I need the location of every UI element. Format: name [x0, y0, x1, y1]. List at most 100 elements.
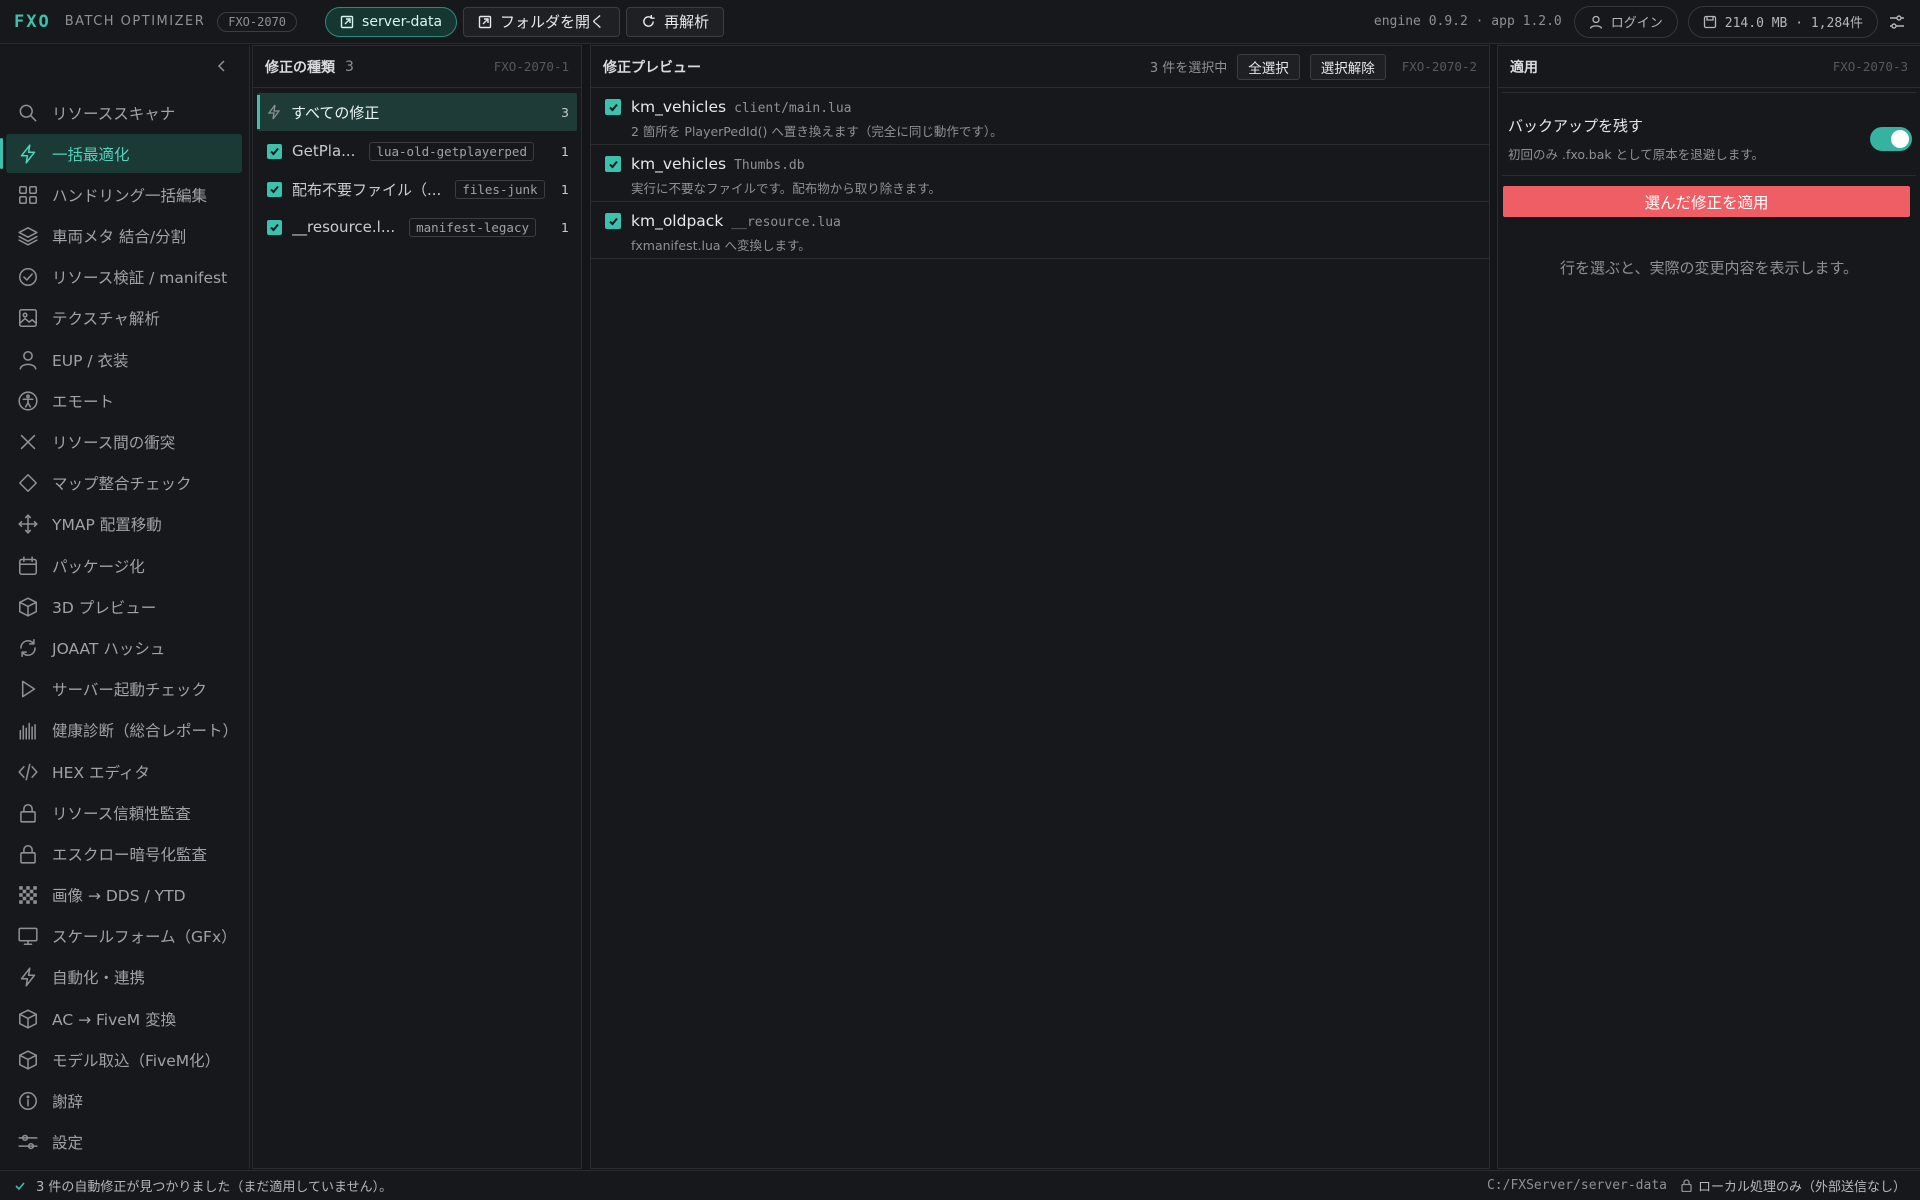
sidebar-item-label: ハンドリング一括編集	[52, 186, 208, 205]
sidebar-item[interactable]: 画像 → DDS / YTD	[6, 876, 242, 915]
sidebar-item[interactable]: ハンドリング一括編集	[6, 175, 242, 214]
fix-checkbox[interactable]	[605, 213, 621, 229]
sidebar-item[interactable]: 健康診断（総合レポート）	[6, 711, 242, 750]
checkbox-check-icon	[608, 217, 618, 225]
sidebar-item[interactable]: 謝辞	[6, 1082, 242, 1121]
bars-icon	[19, 723, 36, 740]
category-checkbox[interactable]	[267, 219, 282, 235]
version-text: engine 0.9.2 · app 1.2.0	[1373, 14, 1562, 29]
sidebar-item[interactable]: スケールフォーム（GFx）	[6, 917, 242, 956]
apply-title: 適用	[1510, 59, 1538, 76]
deselect-button[interactable]: 選択解除	[1309, 53, 1386, 80]
category-all-label: すべての修正	[291, 103, 380, 122]
apply-fixes-button[interactable]: 選んだ修正を適用	[1503, 186, 1910, 217]
server-data-pill[interactable]: server-data	[325, 6, 458, 37]
user-icon	[1589, 15, 1602, 29]
category-item[interactable]: 配布不要ファイル（... files-junk 1	[257, 171, 577, 207]
sidebar-item[interactable]: HEX エディタ	[6, 752, 242, 791]
sidebar-item[interactable]: エスクロー暗号化監査	[6, 834, 242, 873]
sidebar-item-label: YMAP 配置移動	[52, 516, 162, 535]
category-checkbox[interactable]	[267, 181, 282, 197]
sidebar-item[interactable]: モデル取込（FiveM化）	[6, 1040, 242, 1079]
sidebar-item[interactable]: YMAP 配置移動	[6, 505, 242, 544]
sidebar-item-label: パッケージ化	[52, 557, 145, 576]
backup-setting: バックアップを残す 初回のみ .fxo.bak として原本を退避します。	[1502, 92, 1916, 176]
build-badge: FXO-2070	[217, 11, 298, 32]
sidebar-item[interactable]: リソース信頼性監査	[6, 793, 242, 832]
sidebar-item[interactable]: EUP / 衣装	[6, 340, 242, 379]
reanalyze-label: 再解析	[664, 13, 710, 31]
fix-preview-title: 修正プレビュー	[603, 59, 701, 76]
fix-types-count: 3	[345, 58, 354, 75]
search-icon	[19, 104, 37, 121]
fix-checkbox[interactable]	[605, 99, 621, 115]
sidebar-item[interactable]: 3D プレビュー	[6, 587, 242, 626]
category-item[interactable]: __resource.l... manifest-legacy 1	[257, 209, 577, 245]
category-checkbox[interactable]	[267, 143, 282, 159]
move-icon	[18, 514, 38, 534]
check-circle-icon	[19, 268, 37, 287]
sidebar-item[interactable]: リソース検証 / manifest	[6, 258, 242, 297]
sidebar-item-label: HEX エディタ	[52, 763, 150, 782]
fix-checkbox[interactable]	[605, 156, 621, 172]
sidebar-item[interactable]: マップ整合チェック	[6, 464, 242, 503]
sidebar-item[interactable]: パッケージ化	[6, 546, 242, 585]
sidebar-item-label: AC → FiveM 変換	[52, 1010, 177, 1029]
fix-row[interactable]: km_oldpack __resource.lua fxmanifest.lua へ…	[591, 202, 1489, 259]
sidebar-item-label: 謝辞	[52, 1093, 84, 1111]
app-logo: FXO	[14, 11, 51, 32]
sidebar-item-label: リソース検証 / manifest	[52, 269, 228, 288]
category-all[interactable]: すべての修正 3	[257, 93, 577, 131]
server-data-label: server-data	[362, 13, 443, 30]
code-icon	[18, 763, 38, 780]
sidebar-item[interactable]: 設定	[6, 1123, 242, 1162]
category-item[interactable]: GetPla... lua-old-getplayerped 1	[257, 133, 577, 169]
sidebar-item-label: エスクロー暗号化監査	[52, 845, 208, 864]
lock-icon	[20, 844, 36, 864]
checkbox-check-icon	[270, 147, 279, 155]
backup-toggle[interactable]	[1870, 127, 1912, 151]
sidebar-item[interactable]: 自動化・連携	[6, 958, 242, 997]
sidebar-item[interactable]: テクスチャ解析	[6, 299, 242, 338]
fix-row[interactable]: km_vehicles client/main.lua 2 箇所を PlayerPe…	[591, 88, 1489, 145]
sidebar-item[interactable]: エモート	[6, 381, 242, 420]
disk-icon	[1703, 15, 1716, 28]
sidebar-item-label: 自動化・連携	[52, 969, 146, 988]
sidebar-item[interactable]: AC → FiveM 変換	[6, 999, 242, 1038]
login-button[interactable]: ログイン	[1573, 5, 1678, 38]
fix-description: 実行に不要なファイルです。配布物から取り除きます。	[631, 181, 942, 196]
checkbox-check-icon	[608, 160, 618, 168]
fix-text: km_vehicles Thumbs.db 実行に不要なファイルです。配布物から取り…	[631, 155, 941, 201]
user-icon	[19, 350, 37, 370]
sidebar-item-label: 画像 → DDS / YTD	[52, 887, 186, 906]
play-icon	[21, 680, 36, 698]
sidebar-item-label: JOAAT ハッシュ	[52, 639, 166, 658]
panel-code: FXO-2070-3	[1832, 59, 1908, 74]
sidebar-item[interactable]: リソース間の衝突	[6, 423, 242, 462]
lock-icon	[1681, 1179, 1692, 1192]
checkbox-check-icon	[270, 223, 279, 231]
calendar-icon	[19, 555, 37, 575]
sidebar-item-label: 設定	[52, 1134, 84, 1153]
storage-stats-label: 214.0 MB · 1,284件	[1724, 16, 1863, 31]
sidebar-item[interactable]: 車両メタ 結合/分割	[6, 217, 242, 256]
login-label: ログイン	[1610, 16, 1663, 31]
sidebar-item[interactable]: リソーススキャナ	[6, 93, 242, 132]
reanalyze-button[interactable]: 再解析	[626, 6, 725, 37]
fix-row[interactable]: km_vehicles Thumbs.db 実行に不要なファイルです。配布物から取り…	[591, 145, 1489, 202]
sidebar-item-label: 3D プレビュー	[52, 598, 157, 617]
sidebar-item[interactable]: サーバー起動チェック	[6, 670, 242, 709]
select-all-button[interactable]: 全選択	[1237, 53, 1300, 80]
sidebar-item[interactable]: JOAAT ハッシュ	[6, 628, 242, 667]
sidebar-nav: リソーススキャナ 一括最適化ハンドリング一括編集車両メタ 結合/分割リソース検証 …	[0, 93, 242, 1164]
category-tag: manifest-legacy	[409, 217, 537, 237]
sidebar-item-label: モデル取込（FiveM化）	[52, 1051, 221, 1070]
open-folder-button[interactable]: フォルダを開く	[463, 6, 621, 37]
status-bar: 3 件の自動修正が見つかりました（まだ適用していません）。 C:/FXServe…	[0, 1170, 1920, 1200]
fix-text: km_vehicles client/main.lua 2 箇所を PlayerPe…	[631, 98, 1003, 144]
bolt-icon	[267, 104, 281, 120]
sidebar-item[interactable]: 一括最適化	[0, 134, 242, 174]
sliders-icon[interactable]	[1888, 13, 1906, 31]
apply-panel: 適用 FXO-2070-3 バックアップを残す 初回のみ .fxo.bak とし…	[1497, 45, 1920, 1169]
collapse-sidebar-icon[interactable]	[217, 59, 227, 73]
